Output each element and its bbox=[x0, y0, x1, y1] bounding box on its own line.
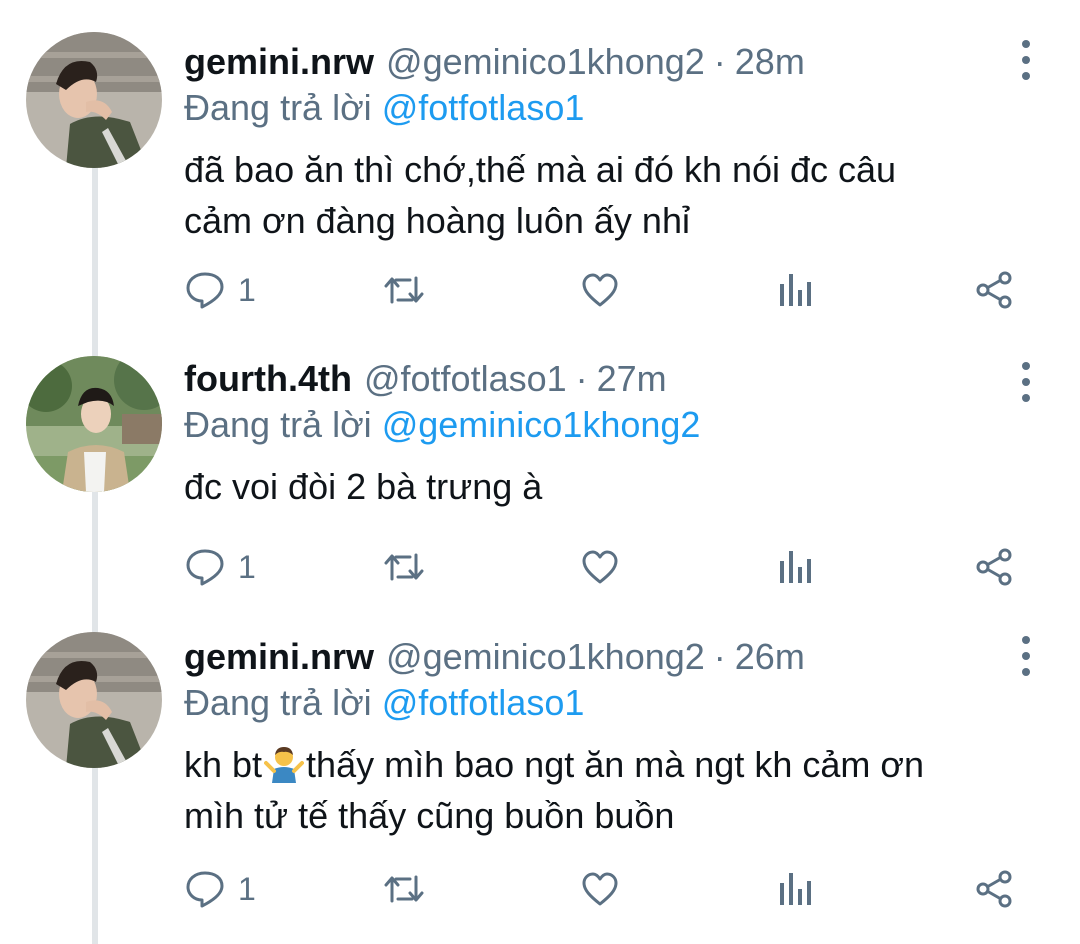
thread-connector-line bbox=[92, 160, 98, 944]
reply-count: 1 bbox=[238, 271, 256, 308]
retweet-icon bbox=[384, 276, 424, 304]
avatar[interactable] bbox=[26, 632, 162, 768]
share-button[interactable] bbox=[974, 545, 1014, 589]
display-name[interactable]: fourth.4th bbox=[184, 357, 352, 401]
comment-icon bbox=[186, 871, 224, 908]
tweet-text-line: cảm ơn đàng hoàng luôn ấy nhỉ bbox=[184, 200, 690, 241]
replying-to-label: Đang trả lời bbox=[184, 87, 372, 128]
timestamp[interactable]: 26m bbox=[735, 635, 805, 679]
tweet-text-line: kh bt thấy mìh bao ngt ăn mà ngt kh cảm ơ… bbox=[184, 739, 1020, 790]
retweet-button[interactable] bbox=[382, 867, 426, 911]
separator-dot: · bbox=[575, 358, 588, 399]
like-button[interactable] bbox=[580, 545, 620, 589]
analytics-icon bbox=[780, 274, 811, 306]
tweet-header: gemini.nrw @geminico1khong2 · 26m bbox=[184, 635, 1020, 679]
tweet-text-line: mìh tử tế thấy cũng buồn buồn bbox=[184, 795, 675, 836]
replying-to-label: Đang trả lời bbox=[184, 682, 372, 723]
analytics-icon bbox=[780, 551, 811, 583]
tweet-header: fourth.4th @fotfotlaso1 · 27m bbox=[184, 357, 1020, 401]
analytics-button[interactable] bbox=[778, 867, 814, 911]
replying-to-handle[interactable]: @geminico1khong2 bbox=[382, 404, 701, 445]
more-vertical-icon[interactable] bbox=[1014, 636, 1038, 676]
share-button[interactable] bbox=[974, 867, 1014, 911]
heart-icon bbox=[582, 550, 618, 584]
analytics-button[interactable] bbox=[778, 545, 814, 589]
retweet-button[interactable] bbox=[382, 545, 426, 589]
replying-to-handle[interactable]: @fotfotlaso1 bbox=[382, 682, 585, 723]
tweet-text-segment: thấy mìh bao ngt ăn mà ngt kh cảm ơn bbox=[306, 744, 924, 785]
separator-dot: · bbox=[713, 636, 726, 677]
share-icon bbox=[976, 271, 1012, 309]
heart-icon bbox=[582, 273, 618, 307]
replying-to: Đang trả lời @fotfotlaso1 bbox=[184, 86, 1020, 130]
replying-to: Đang trả lời @geminico1khong2 bbox=[184, 403, 1020, 447]
retweet-icon bbox=[384, 875, 424, 903]
tweet-text: kh bt thấy mìh bao ngt ăn mà ngt kh cảm ơ… bbox=[184, 739, 1020, 841]
more-vertical-icon[interactable] bbox=[1014, 40, 1038, 80]
replying-to-handle[interactable]: @fotfotlaso1 bbox=[382, 87, 585, 128]
tweet-actions: 1 bbox=[184, 268, 1024, 312]
comment-icon bbox=[186, 549, 224, 586]
tweet-text-line: đc voi đòi 2 bà trưng à bbox=[184, 466, 543, 507]
display-name[interactable]: gemini.nrw bbox=[184, 40, 374, 84]
share-icon bbox=[976, 870, 1012, 908]
share-button[interactable] bbox=[974, 268, 1014, 312]
replying-to-label: Đang trả lời bbox=[184, 404, 372, 445]
display-name[interactable]: gemini.nrw bbox=[184, 635, 374, 679]
tweet-text: đã bao ăn thì chớ,thế mà ai đó kh nói đc… bbox=[184, 144, 1020, 246]
retweet-icon bbox=[384, 553, 424, 581]
user-handle[interactable]: @geminico1khong2 bbox=[386, 635, 705, 679]
tweet-text-segment: kh bt bbox=[184, 744, 263, 785]
separator-dot: · bbox=[713, 41, 726, 82]
avatar[interactable] bbox=[26, 356, 162, 492]
reply-button[interactable]: 1 bbox=[184, 268, 256, 312]
analytics-button[interactable] bbox=[778, 268, 814, 312]
reply-button[interactable]: 1 bbox=[184, 545, 256, 589]
share-icon bbox=[976, 548, 1012, 586]
person-shrugging-emoji bbox=[264, 747, 305, 783]
heart-icon bbox=[582, 872, 618, 906]
analytics-icon bbox=[780, 873, 811, 905]
like-button[interactable] bbox=[580, 268, 620, 312]
tweet-text-line: đã bao ăn thì chớ,thế mà ai đó kh nói đc… bbox=[184, 149, 897, 190]
avatar[interactable] bbox=[26, 32, 162, 168]
timestamp[interactable]: 27m bbox=[597, 357, 667, 401]
timestamp[interactable]: 28m bbox=[735, 40, 805, 84]
tweet-text: đc voi đòi 2 bà trưng à bbox=[184, 461, 1020, 512]
reply-count: 1 bbox=[238, 548, 256, 585]
tweet-actions: 1 bbox=[184, 545, 1024, 589]
like-button[interactable] bbox=[580, 867, 620, 911]
replying-to: Đang trả lời @fotfotlaso1 bbox=[184, 681, 1020, 725]
retweet-button[interactable] bbox=[382, 268, 426, 312]
reply-button[interactable]: 1 bbox=[184, 867, 256, 911]
tweet-actions: 1 bbox=[184, 867, 1024, 911]
user-handle[interactable]: @geminico1khong2 bbox=[386, 40, 705, 84]
reply-count: 1 bbox=[238, 870, 256, 907]
comment-icon bbox=[186, 272, 224, 309]
user-handle[interactable]: @fotfotlaso1 bbox=[364, 357, 567, 401]
more-vertical-icon[interactable] bbox=[1014, 362, 1038, 402]
tweet-header: gemini.nrw @geminico1khong2 · 28m bbox=[184, 40, 1020, 84]
